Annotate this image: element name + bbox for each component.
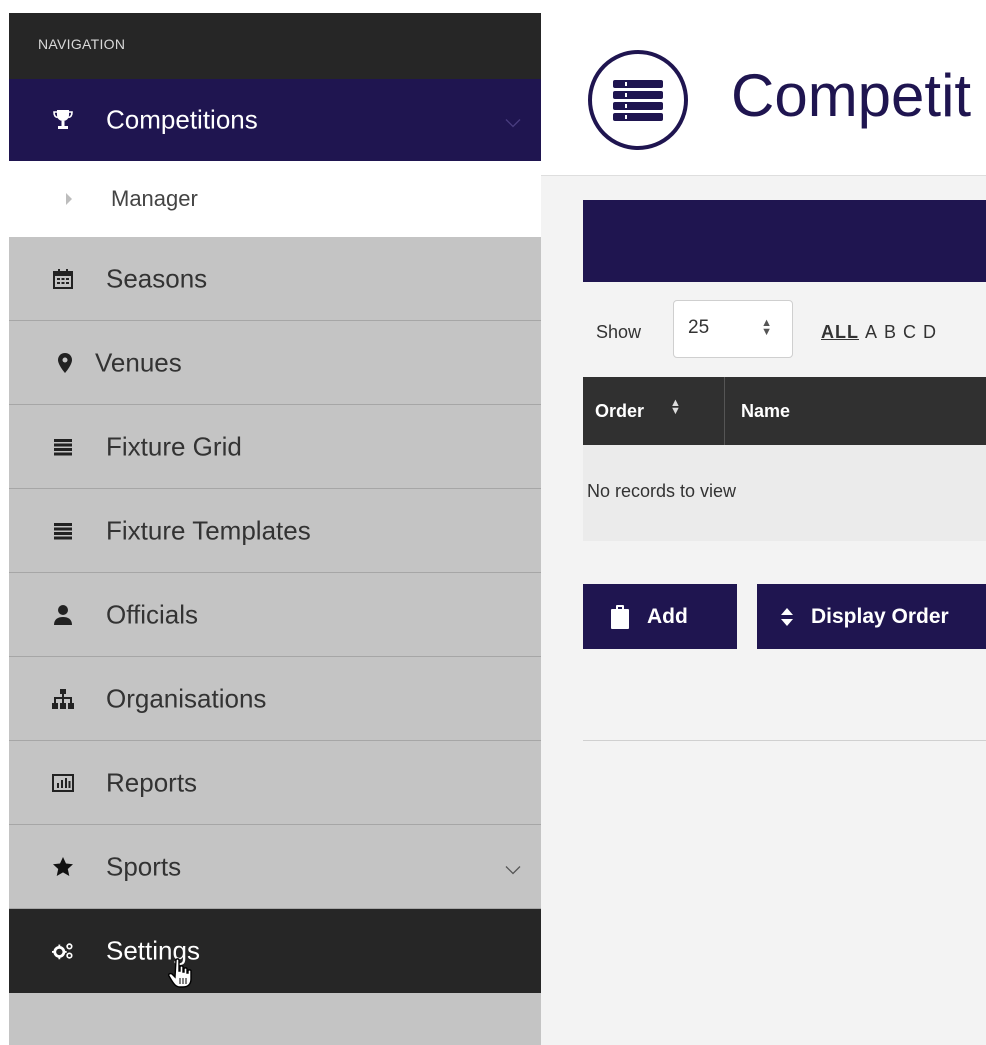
user-icon (52, 604, 74, 626)
nav-header: NAVIGATION (9, 13, 541, 79)
empty-message: No records to view (587, 481, 737, 501)
chevron-down-icon (505, 851, 521, 882)
column-header-order[interactable]: Order ▲ ▼ (583, 377, 725, 445)
sidebar-item-reports[interactable]: Reports (9, 741, 541, 825)
sidebar-item-settings[interactable]: Settings (9, 909, 541, 993)
main-content: Competit Show 25 ▲ ▼ ALL A B C D Order ▲ ▼ Nam… (541, 13, 986, 1045)
bar-chart-icon (52, 772, 74, 794)
sort-icon (781, 607, 793, 626)
title-bar: Competit (541, 13, 986, 176)
sidebar-item-manager[interactable]: Manager (9, 161, 541, 237)
list-icon (52, 520, 74, 542)
add-button-label: Add (647, 604, 688, 628)
sidebar-item-label: Organisations (106, 683, 267, 713)
sidebar-item-officials[interactable]: Officials (9, 573, 541, 657)
sidebar-item-label: Fixture Templates (106, 515, 311, 545)
alpha-filter-all[interactable]: ALL (821, 322, 859, 342)
sidebar-item-fixture-grid[interactable]: Fixture Grid (9, 405, 541, 489)
sidebar-item-sports[interactable]: Sports (9, 825, 541, 909)
sidebar-item-label: Manager (111, 186, 198, 211)
empty-table-row: No records to view (583, 445, 986, 541)
sidebar: NAVIGATION Competitions Manager Seasons … (9, 13, 541, 1045)
spinner-arrows-icon: ▲ ▼ (761, 317, 772, 338)
sidebar-item-label: Competitions (106, 104, 258, 135)
page-size-select[interactable]: 25 ▲ ▼ (673, 300, 793, 358)
column-header-name[interactable]: Name (741, 401, 790, 422)
map-marker-icon (54, 352, 76, 374)
sidebar-item-label: Sports (106, 851, 182, 881)
show-label: Show (596, 322, 642, 342)
display-order-button[interactable]: Display Order (757, 584, 986, 649)
hand-pointer-cursor-icon (168, 958, 194, 995)
sidebar-item-label: Seasons (106, 263, 208, 293)
divider (583, 740, 986, 741)
sidebar-item-venues[interactable]: Venues (9, 321, 541, 405)
add-button[interactable]: Add (583, 584, 737, 649)
list-circle-icon (588, 50, 688, 150)
sidebar-item-label: Venues (95, 347, 182, 377)
calendar-icon (52, 268, 74, 290)
sitemap-icon (52, 688, 74, 710)
sidebar-item-label: Officials (106, 599, 198, 629)
content-area: Show 25 ▲ ▼ ALL A B C D Order ▲ ▼ Name No reco… (541, 176, 986, 1045)
alpha-filter-letter[interactable]: B (884, 322, 897, 342)
alpha-filter-letter[interactable]: D (923, 322, 937, 342)
list-icon (52, 436, 74, 458)
column-header-label: Order (595, 401, 645, 421)
display-order-button-label: Display Order (811, 604, 949, 628)
sidebar-item-fixture-templates[interactable]: Fixture Templates (9, 489, 541, 573)
sidebar-item-label: Reports (106, 767, 198, 797)
alpha-filter-letter[interactable]: A (865, 322, 878, 342)
clipboard-icon (611, 604, 629, 629)
top-strip (0, 0, 986, 13)
page-title: Competit (731, 62, 972, 129)
alphabet-filter: ALL A B C D (821, 322, 943, 343)
table-header: Order ▲ ▼ Name (583, 377, 986, 445)
sidebar-item-organisations[interactable]: Organisations (9, 657, 541, 741)
star-icon (52, 856, 74, 878)
sort-icon: ▲ ▼ (670, 397, 681, 417)
cogs-icon (52, 940, 74, 962)
trophy-icon (52, 109, 74, 131)
caret-right-icon (58, 188, 80, 210)
chevron-down-icon (505, 105, 521, 136)
alpha-filter-letter[interactable]: C (903, 322, 917, 342)
sidebar-item-competitions[interactable]: Competitions (9, 79, 541, 161)
sidebar-item-label: Fixture Grid (106, 431, 242, 461)
sidebar-item-seasons[interactable]: Seasons (9, 237, 541, 321)
page-size-value: 25 (688, 317, 710, 338)
panel-header-banner (583, 200, 986, 282)
